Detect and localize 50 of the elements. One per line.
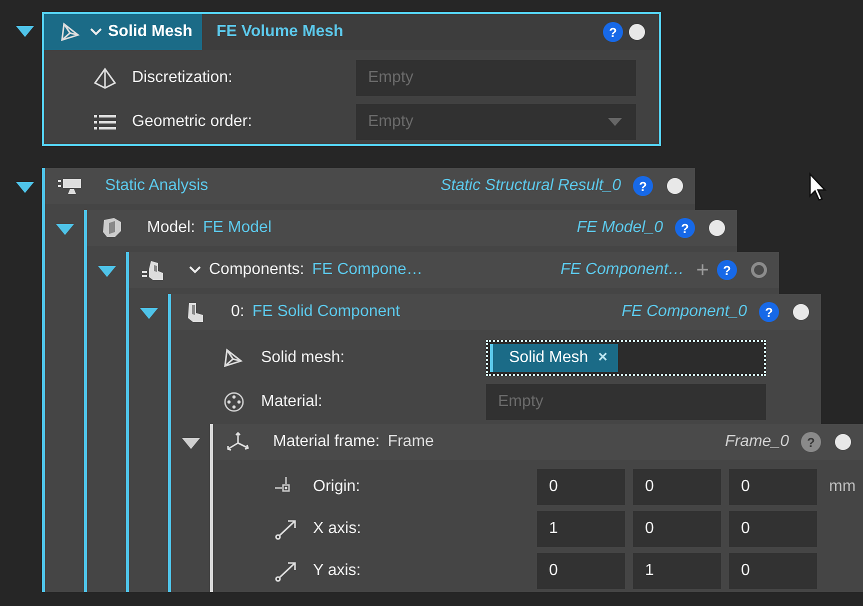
chevron-icon[interactable] — [189, 266, 201, 274]
instance-name: FE Component_0 — [622, 303, 747, 321]
chevron-icon[interactable] — [90, 28, 102, 36]
help-button[interactable]: ? — [675, 218, 695, 238]
instance-name: Static Structural Result_0 — [440, 177, 621, 195]
disclosure-triangle[interactable] — [16, 26, 34, 37]
reference-chip: Solid Mesh × — [490, 344, 618, 372]
disclosure-triangle[interactable] — [56, 224, 74, 235]
coordinate-frame-icon — [225, 431, 251, 453]
node-title: FE Solid Component — [252, 303, 400, 321]
node-title: FE Model — [203, 219, 272, 237]
remove-button[interactable]: × — [598, 349, 608, 367]
field-label: Material: — [261, 393, 324, 411]
text-field[interactable]: Empty — [486, 384, 766, 420]
node-title: Static Analysis — [105, 177, 208, 195]
node-tab[interactable]: Solid Mesh — [44, 14, 202, 50]
field-label: Discretization: — [132, 69, 234, 87]
field-label: Geometric order: — [132, 113, 254, 131]
field-label: Y axis: — [313, 562, 362, 580]
axis-arrow-icon — [273, 560, 299, 582]
node-label: Model: — [147, 219, 196, 237]
help-button[interactable]: ? — [759, 302, 779, 322]
node-title: FE Compone… — [312, 261, 422, 279]
axis-arrow-icon — [273, 518, 299, 540]
help-button[interactable]: ? — [603, 22, 623, 42]
pyramid-icon — [92, 67, 118, 89]
help-button[interactable]: ? — [633, 176, 653, 196]
field-label: Origin: — [313, 478, 362, 496]
node-title: Frame — [388, 433, 434, 451]
unit-label: mm — [829, 478, 856, 496]
instance-name: FE Component… — [560, 261, 684, 279]
add-button[interactable]: + — [696, 259, 709, 281]
disclosure-triangle[interactable] — [16, 182, 34, 193]
reference-field[interactable]: Solid Mesh × — [486, 340, 766, 376]
instance-name: Frame_0 — [724, 433, 789, 451]
text-field[interactable]: Empty — [356, 60, 636, 96]
instance-name: FE Model_0 — [576, 219, 663, 237]
node-label: Components: — [209, 261, 304, 279]
field-label: Solid mesh: — [261, 349, 346, 367]
help-button[interactable]: ? — [717, 260, 737, 280]
dropdown-field[interactable]: Empty — [356, 104, 636, 140]
node-label: Material frame: — [273, 433, 380, 451]
disclosure-triangle[interactable] — [182, 438, 200, 449]
caret-icon — [608, 118, 622, 126]
node-title: FE Volume Mesh — [216, 23, 344, 41]
cursor-icon — [808, 172, 828, 202]
disclosure-triangle[interactable] — [98, 266, 116, 277]
field-label: X axis: — [313, 520, 362, 538]
node-label: 0: — [231, 303, 244, 321]
disclosure-triangle[interactable] — [140, 308, 158, 319]
